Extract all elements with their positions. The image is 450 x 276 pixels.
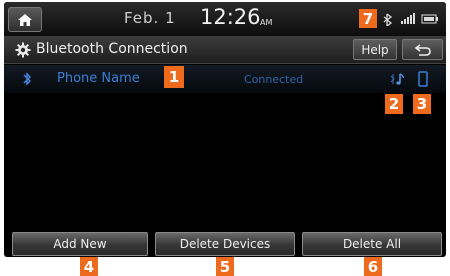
callout-marker-6: 6 <box>364 257 382 276</box>
page-title: Bluetooth Connection <box>36 41 188 57</box>
home-icon <box>18 13 32 26</box>
callout-marker-1: 1 <box>164 66 184 88</box>
back-arrow-icon <box>414 43 431 56</box>
bluetooth-status-icon <box>383 13 393 26</box>
help-button[interactable]: Help <box>353 39 397 60</box>
gear-icon <box>15 42 31 58</box>
callout-marker-3: 3 <box>413 94 431 114</box>
device-name: Phone Name <box>57 71 140 86</box>
time-display: 12:26 <box>200 5 261 29</box>
add-new-button[interactable]: Add New <box>12 232 148 256</box>
delete-all-button[interactable]: Delete All <box>302 232 442 256</box>
phone-icon <box>418 71 428 87</box>
ampm-indicator: AM <box>260 18 273 27</box>
device-list-item[interactable]: Phone Name Connected <box>4 65 446 93</box>
callout-marker-5: 5 <box>216 257 234 276</box>
date-display: Feb. 1 <box>124 9 176 27</box>
connection-status: Connected <box>244 73 304 86</box>
bluetooth-audio-icon <box>390 73 405 85</box>
back-button[interactable] <box>402 39 443 60</box>
title-bar: Bluetooth Connection Help <box>4 36 446 64</box>
callout-marker-4: 4 <box>80 257 98 276</box>
callout-marker-2: 2 <box>385 94 403 114</box>
delete-devices-button[interactable]: Delete Devices <box>155 232 295 256</box>
home-button[interactable] <box>8 7 42 32</box>
signal-strength-icon <box>401 13 415 24</box>
status-bar: Feb. 1 12:26 AM <box>4 2 446 36</box>
head-unit-screen: Feb. 1 12:26 AM Bluetooth Connection Hel… <box>4 2 446 257</box>
status-icons <box>383 13 438 26</box>
callout-marker-7: 7 <box>359 9 377 28</box>
battery-icon <box>421 14 438 24</box>
bluetooth-icon <box>23 72 31 86</box>
